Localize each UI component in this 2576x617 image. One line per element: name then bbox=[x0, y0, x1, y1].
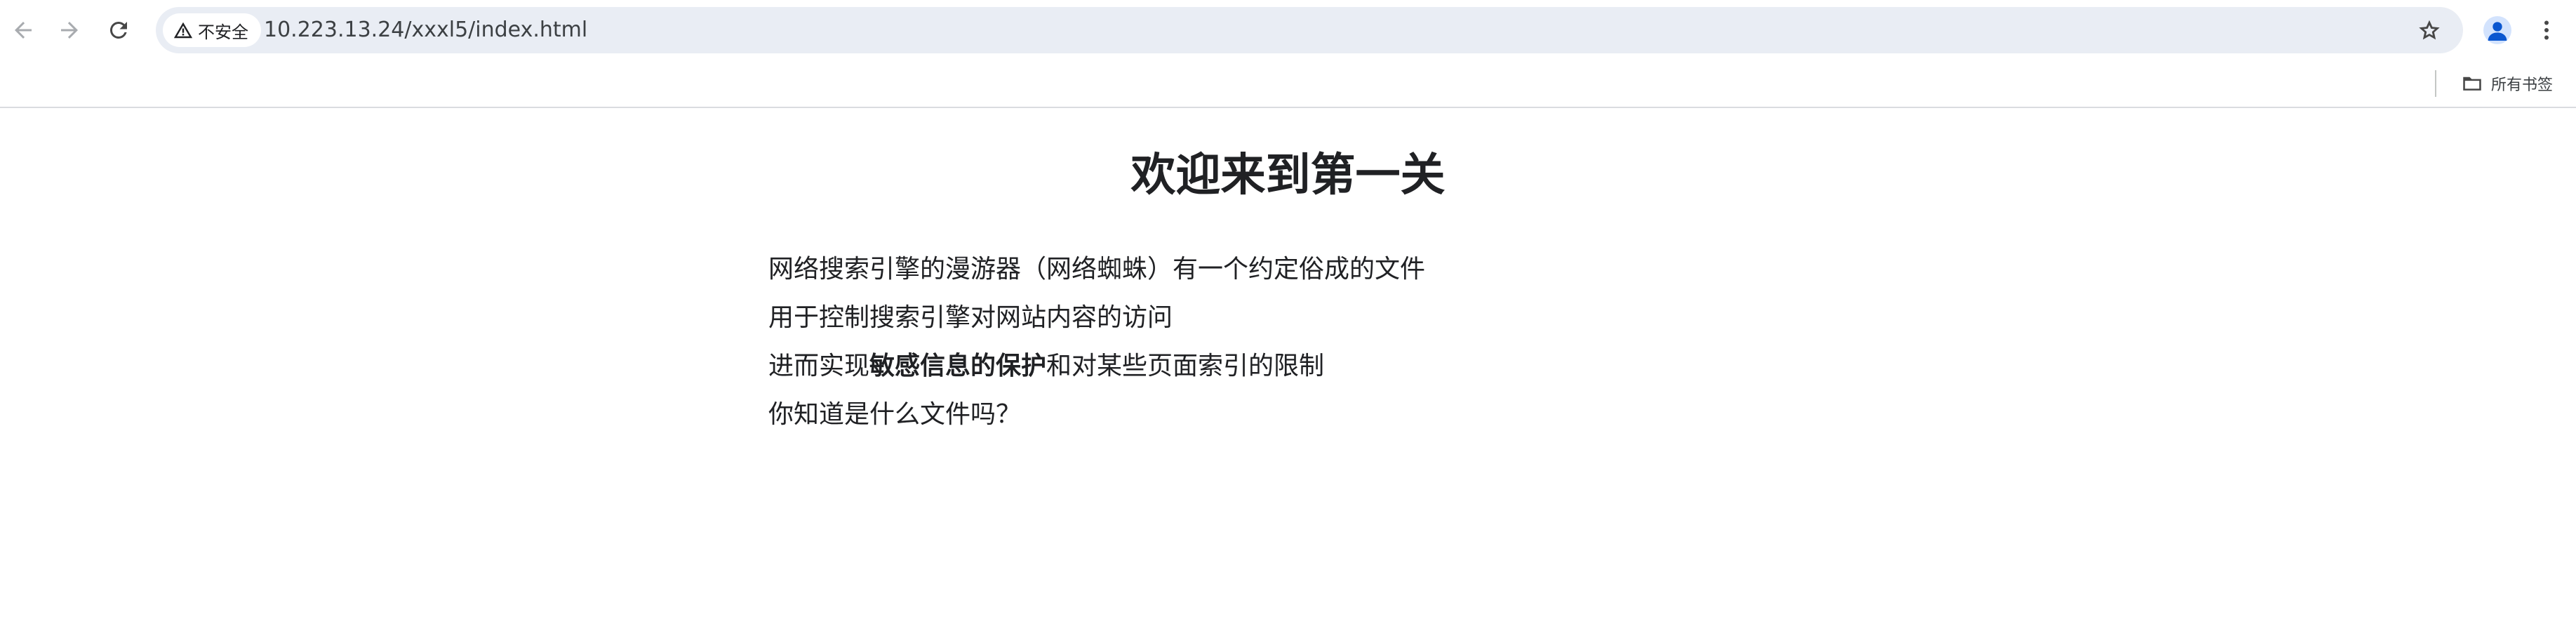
line3-bold: 敏感信息的保护 bbox=[869, 352, 1047, 380]
browser-toolbar: 不安全 10.223.13.24/xxxl5/index.html bbox=[0, 0, 2576, 62]
bookmark-star-button[interactable] bbox=[2408, 9, 2450, 51]
person-icon bbox=[2488, 22, 2507, 41]
paragraph-line-4: 你知道是什么文件吗？ bbox=[768, 400, 1022, 429]
warning-icon bbox=[173, 22, 193, 39]
arrow-left-icon bbox=[15, 22, 32, 39]
page-content: 欢迎来到第一关 网络搜索引擎的漫游器（网络蜘蛛）有一个约定俗成的文件 用于控制搜… bbox=[0, 110, 2576, 617]
profile-button[interactable] bbox=[2477, 10, 2518, 51]
line3-prefix: 进而实现 bbox=[768, 352, 870, 380]
security-label: 不安全 bbox=[198, 22, 248, 42]
all-bookmarks-button[interactable]: 所有书签 bbox=[2453, 66, 2560, 101]
page-title: 欢迎来到第一关 bbox=[1130, 150, 1446, 201]
avatar bbox=[2483, 16, 2511, 44]
reload-button[interactable] bbox=[98, 10, 139, 51]
reload-icon bbox=[109, 21, 127, 39]
bookmarks-bar: 所有书签 bbox=[0, 62, 2576, 108]
security-chip[interactable]: 不安全 bbox=[163, 13, 261, 47]
line3-suffix: 和对某些页面索引的限制 bbox=[1046, 352, 1325, 380]
paragraph-line-2: 用于控制搜索引擎对网站内容的访问 bbox=[768, 303, 1173, 332]
url-text[interactable]: 10.223.13.24/xxxl5/index.html bbox=[264, 7, 587, 53]
browser-menu-button[interactable] bbox=[2526, 10, 2567, 51]
star-outline-icon bbox=[2419, 20, 2440, 40]
arrow-right-icon bbox=[61, 22, 78, 39]
back-button[interactable] bbox=[3, 10, 44, 51]
paragraph-line-3: 进而实现敏感信息的保护和对某些页面索引的限制 bbox=[768, 345, 1324, 382]
bookmarks-divider bbox=[2435, 70, 2436, 97]
all-bookmarks-label: 所有书签 bbox=[2491, 77, 2554, 94]
forward-button[interactable] bbox=[49, 10, 90, 51]
kebab-menu-icon bbox=[2544, 20, 2549, 40]
address-bar[interactable]: 不安全 10.223.13.24/xxxl5/index.html bbox=[156, 7, 2463, 53]
folder-icon bbox=[2463, 77, 2481, 91]
paragraph-line-1: 网络搜索引擎的漫游器（网络蜘蛛）有一个约定俗成的文件 bbox=[768, 255, 1426, 284]
